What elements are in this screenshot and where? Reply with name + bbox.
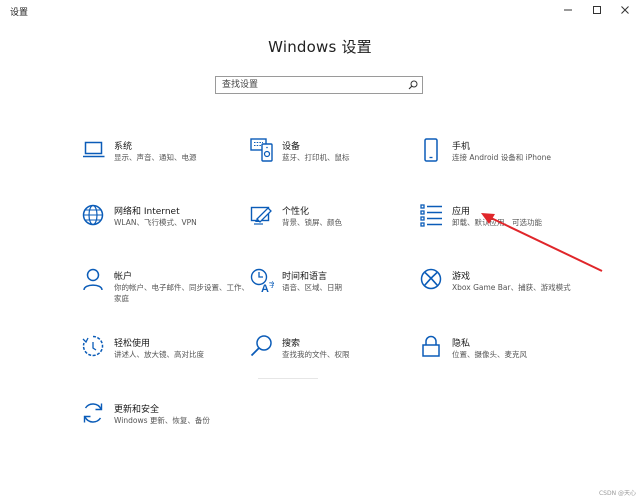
- page-title: Windows 设置: [268, 38, 372, 56]
- tile-title: 系统: [114, 142, 133, 152]
- tile-title: 时间和语言: [282, 272, 328, 282]
- close-button[interactable]: [612, 2, 638, 18]
- tile-title: 应用: [452, 207, 471, 217]
- svg-text:字: 字: [269, 280, 274, 289]
- tile-phone[interactable]: 手机 连接 Android 设备和 iPhone: [420, 138, 590, 182]
- tile-devices[interactable]: 设备 蓝牙、打印机、鼠标: [250, 138, 420, 182]
- tile-title: 个性化: [282, 207, 310, 217]
- search-input[interactable]: [216, 77, 402, 93]
- tile-title: 隐私: [452, 339, 471, 349]
- tile-description: 讲述人、放大镜、高对比度: [114, 350, 204, 359]
- tile-accounts[interactable]: 帐户 你的帐户、电子邮件、同步设置、工作、家庭: [82, 268, 252, 312]
- laptop-icon: [83, 141, 105, 158]
- minimize-icon: [564, 9, 572, 11]
- tile-system[interactable]: 系统 显示、声音、通知、电源: [82, 138, 252, 182]
- maximize-icon: [593, 6, 601, 14]
- minimize-button[interactable]: [555, 2, 581, 18]
- tile-description: 语音、区域、日期: [282, 283, 342, 292]
- tile-description: 显示、声音、通知、电源: [114, 153, 197, 162]
- time-language-icon: A 字: [250, 268, 274, 294]
- tile-description: Xbox Game Bar、捕获、游戏模式: [452, 283, 571, 292]
- tile-personalization[interactable]: 个性化 背景、锁屏、颜色: [250, 203, 420, 247]
- tile-description: 位置、摄像头、麦克风: [452, 350, 527, 359]
- tile-apps[interactable]: 应用 卸载、默认应用、可选功能: [420, 203, 590, 247]
- title-bar: 设置: [0, 0, 640, 22]
- tile-title: 帐户: [114, 272, 133, 282]
- tile-description: 蓝牙、打印机、鼠标: [282, 153, 350, 162]
- divider: [258, 378, 318, 379]
- tile-title: 游戏: [452, 272, 471, 282]
- maximize-button[interactable]: [584, 2, 610, 18]
- tile-title: 更新和安全: [114, 405, 160, 415]
- watermark: CSDN @天心: [598, 490, 636, 497]
- app-title: 设置: [10, 8, 29, 18]
- search-box[interactable]: [215, 76, 423, 94]
- search-icon[interactable]: [408, 80, 418, 90]
- tile-search[interactable]: 搜索 查找我的文件、权限: [250, 335, 420, 379]
- tile-description: Windows 更新、恢复、备份: [114, 416, 210, 425]
- tile-title: 搜索: [282, 339, 301, 349]
- globe-icon: [82, 204, 104, 226]
- tile-time-language[interactable]: A 字 时间和语言 语音、区域、日期: [250, 268, 420, 312]
- tile-title: 手机: [452, 142, 471, 152]
- tile-network[interactable]: 网络和 Internet WLAN、飞行模式、VPN: [82, 203, 252, 247]
- tile-title: 网络和 Internet: [114, 207, 180, 217]
- tile-title: 设备: [282, 142, 301, 152]
- tile-ease-of-access[interactable]: 轻松使用 讲述人、放大镜、高对比度: [82, 335, 252, 379]
- tile-description: 查找我的文件、权限: [282, 350, 350, 359]
- update-icon: [83, 403, 103, 423]
- ease-of-access-icon: [82, 335, 104, 357]
- tile-description: 连接 Android 设备和 iPhone: [452, 153, 551, 162]
- tile-description: 卸载、默认应用、可选功能: [452, 218, 542, 227]
- person-icon: [83, 268, 103, 291]
- tile-title: 轻松使用: [114, 339, 151, 349]
- tile-description: 背景、锁屏、颜色: [282, 218, 342, 227]
- lock-icon: [422, 335, 440, 357]
- tile-description: 你的帐户、电子邮件、同步设置、工作、家庭: [114, 283, 249, 303]
- close-icon: [621, 6, 629, 14]
- tile-description: WLAN、飞行模式、VPN: [114, 218, 197, 227]
- tile-privacy[interactable]: 隐私 位置、摄像头、麦克风: [420, 335, 590, 379]
- paint-icon: [250, 206, 272, 225]
- tile-gaming[interactable]: 游戏 Xbox Game Bar、捕获、游戏模式: [420, 268, 590, 312]
- tile-update-security[interactable]: 更新和安全 Windows 更新、恢复、备份: [82, 401, 252, 445]
- apps-list-icon: [420, 204, 442, 227]
- keyboard-icon: [250, 138, 273, 162]
- xbox-icon: [420, 268, 442, 290]
- svg-text:A: A: [261, 283, 269, 294]
- phone-icon: [424, 138, 438, 162]
- magnifier-icon: [250, 335, 272, 357]
